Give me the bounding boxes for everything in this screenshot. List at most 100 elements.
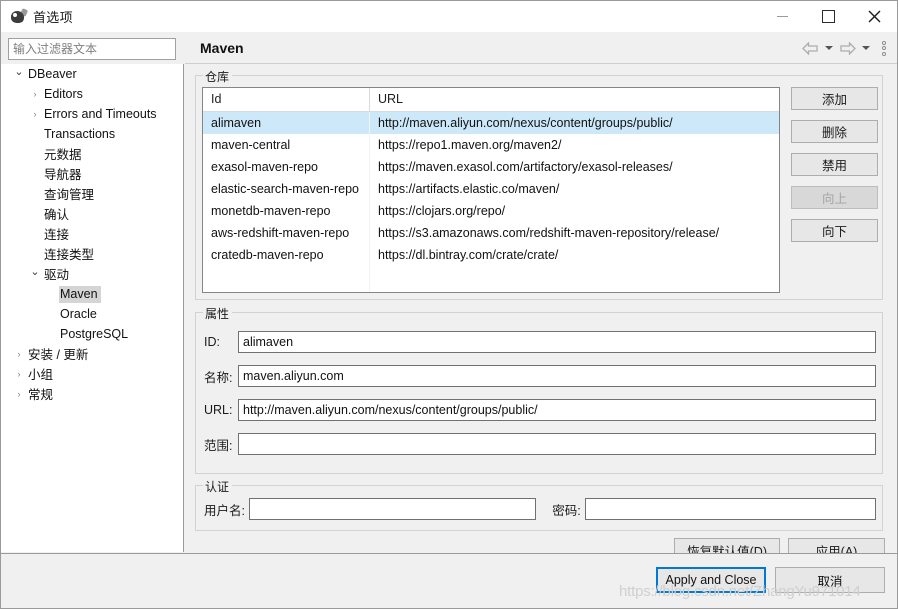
cancel-button[interactable]: 取消: [775, 567, 885, 593]
cell-id: aws-redshift-maven-repo: [203, 222, 370, 244]
page-nav-tools: [799, 38, 893, 58]
sidebar-item[interactable]: ›安装 / 更新: [1, 344, 183, 364]
table-row[interactable]: monetdb-maven-repohttps://clojars.org/re…: [203, 200, 779, 222]
sidebar-item[interactable]: 连接: [1, 224, 183, 244]
property-row-id: ID:: [204, 331, 876, 353]
cell-id: elastic-search-maven-repo: [203, 178, 370, 200]
repository-button-0[interactable]: 添加: [791, 87, 878, 110]
scope-field[interactable]: [238, 433, 876, 455]
username-label: 用户名:: [204, 500, 245, 519]
chevron-right-icon[interactable]: ›: [27, 90, 43, 99]
sidebar-item-label: Editors: [43, 86, 86, 103]
minimize-icon[interactable]: [759, 1, 805, 32]
sidebar-item-label: 小组: [27, 363, 56, 385]
repository-button-2[interactable]: 禁用: [791, 153, 878, 176]
table-row[interactable]: cratedb-maven-repohttps://dl.bintray.com…: [203, 244, 779, 266]
cell-id: alimaven: [203, 112, 370, 134]
sidebar-item-label: Errors and Timeouts: [43, 106, 160, 123]
sidebar-item-label: 查询管理: [43, 183, 97, 205]
preferences-tree[interactable]: ⌄DBeaver›Editors›Errors and TimeoutsTran…: [1, 64, 184, 552]
scope-field-label: 范围:: [204, 435, 238, 454]
sidebar-item[interactable]: Oracle: [1, 304, 183, 324]
sidebar-item[interactable]: ›Editors: [1, 84, 183, 104]
cell-url: http://maven.aliyun.com/nexus/content/gr…: [370, 112, 779, 134]
table-row[interactable]: alimavenhttp://maven.aliyun.com/nexus/co…: [203, 112, 779, 134]
chevron-right-icon[interactable]: ›: [11, 370, 27, 379]
table-empty-row: [203, 266, 779, 288]
sidebar-item-label: 导航器: [43, 163, 85, 185]
id-field-label: ID:: [204, 335, 238, 349]
sidebar-item[interactable]: 元数据: [1, 144, 183, 164]
chevron-down-icon[interactable]: ⌄: [11, 67, 27, 78]
filter-field-wrapper: [8, 38, 176, 60]
sidebar-item[interactable]: PostgreSQL: [1, 324, 183, 344]
password-label: 密码:: [552, 500, 580, 519]
chevron-right-icon[interactable]: ›: [27, 110, 43, 119]
title-bar: 首选项: [1, 1, 897, 32]
dialog-action-buttons: Apply and Close 取消: [656, 567, 885, 593]
table-row[interactable]: exasol-maven-repohttps://maven.exasol.co…: [203, 156, 779, 178]
sidebar-item-label: Maven: [59, 286, 101, 303]
password-field[interactable]: [585, 498, 876, 520]
forward-dropdown-chevron-down-icon[interactable]: [858, 38, 873, 58]
sidebar-item[interactable]: ⌄DBeaver: [1, 64, 183, 84]
sidebar-item-label: Transactions: [43, 126, 118, 143]
sidebar-item[interactable]: ›常规: [1, 384, 183, 404]
chevron-right-icon[interactable]: ›: [11, 350, 27, 359]
sidebar-item[interactable]: 导航器: [1, 164, 183, 184]
sidebar-item-label: 元数据: [43, 143, 85, 165]
sidebar-item-label: 常规: [27, 383, 56, 405]
maximize-icon[interactable]: [805, 1, 851, 32]
close-icon[interactable]: [851, 1, 897, 32]
search-input[interactable]: [8, 38, 176, 60]
id-field[interactable]: [238, 331, 876, 353]
forward-arrow-icon[interactable]: [836, 38, 858, 58]
dialog-footer: Apply and Close 取消: [1, 553, 897, 608]
repositories-group: 仓库 Id URL alimavenhttp://maven.aliyun.co…: [195, 75, 883, 300]
table-empty-row: [203, 288, 779, 293]
sidebar-item[interactable]: Maven: [1, 284, 183, 304]
name-field-label: 名称:: [204, 367, 238, 386]
sidebar-item-label: DBeaver: [27, 66, 80, 83]
url-field[interactable]: [238, 399, 876, 421]
page-header: Maven: [185, 32, 897, 64]
properties-group-label: 属性: [203, 305, 232, 322]
column-header-url[interactable]: URL: [370, 88, 779, 111]
repository-action-buttons: 添加删除禁用向上向下: [791, 87, 878, 242]
sidebar-item[interactable]: ›小组: [1, 364, 183, 384]
cell-url: https://s3.amazonaws.com/redshift-maven-…: [370, 222, 779, 244]
sidebar-item[interactable]: ›Errors and Timeouts: [1, 104, 183, 124]
back-arrow-icon[interactable]: [799, 38, 821, 58]
authentication-group: 认证 用户名: 密码:: [195, 485, 883, 531]
apply-and-close-button[interactable]: Apply and Close: [656, 567, 766, 593]
sidebar-item[interactable]: 确认: [1, 204, 183, 224]
back-dropdown-chevron-down-icon[interactable]: [821, 38, 836, 58]
vertical-dots-menu-icon[interactable]: [875, 38, 893, 58]
cell-id: monetdb-maven-repo: [203, 200, 370, 222]
cell-url: https://dl.bintray.com/crate/crate/: [370, 244, 779, 266]
chevron-right-icon[interactable]: ›: [11, 390, 27, 399]
repository-button-1[interactable]: 删除: [791, 120, 878, 143]
sidebar-item[interactable]: 连接类型: [1, 244, 183, 264]
sidebar-item[interactable]: ⌄驱动: [1, 264, 183, 284]
table-row[interactable]: elastic-search-maven-repohttps://artifac…: [203, 178, 779, 200]
sidebar-item[interactable]: 查询管理: [1, 184, 183, 204]
table-row[interactable]: aws-redshift-maven-repohttps://s3.amazon…: [203, 222, 779, 244]
preferences-dialog: 首选项 ⌄DBeaver›Editors›Errors and Timeouts…: [0, 0, 898, 609]
property-row-url: URL:: [204, 399, 876, 421]
repository-button-3: 向上: [791, 186, 878, 209]
sidebar-item[interactable]: Transactions: [1, 124, 183, 144]
repository-button-4[interactable]: 向下: [791, 219, 878, 242]
cell-id: exasol-maven-repo: [203, 156, 370, 178]
repositories-table[interactable]: Id URL alimavenhttp://maven.aliyun.com/n…: [202, 87, 780, 293]
name-field[interactable]: [238, 365, 876, 387]
chevron-down-icon[interactable]: ⌄: [27, 267, 43, 278]
cell-url: https://maven.exasol.com/artifactory/exa…: [370, 156, 779, 178]
cell-url: https://repo1.maven.org/maven2/: [370, 134, 779, 156]
cell-url: https://artifacts.elastic.co/maven/: [370, 178, 779, 200]
table-row[interactable]: maven-centralhttps://repo1.maven.org/mav…: [203, 134, 779, 156]
username-field[interactable]: [249, 498, 536, 520]
dbeaver-app-icon: [10, 9, 26, 25]
column-header-id[interactable]: Id: [203, 88, 370, 111]
window-controls: [759, 1, 897, 32]
